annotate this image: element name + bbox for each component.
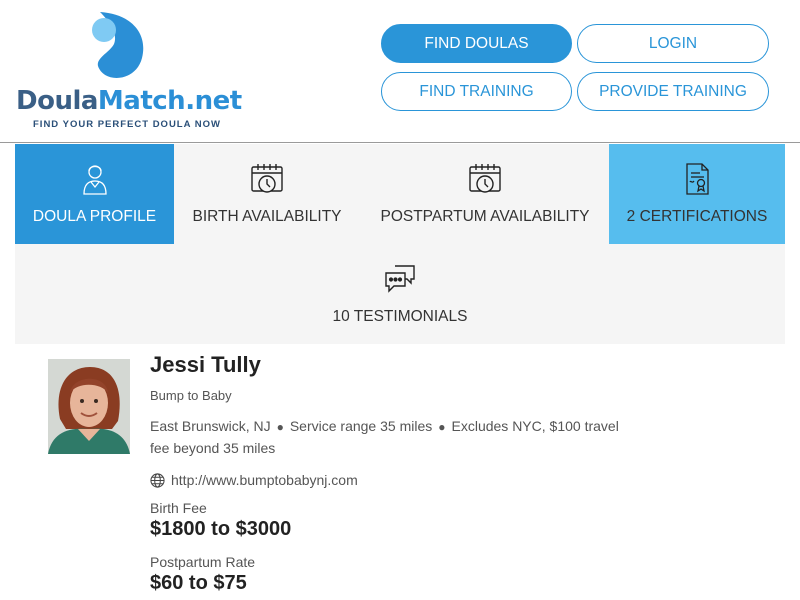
login-button[interactable]: LOGIN — [577, 24, 769, 63]
chat-bubbles-icon — [385, 265, 415, 293]
service-range: Service range 35 miles — [289, 418, 433, 434]
postpartum-rate-label: Postpartum Rate — [150, 554, 256, 570]
location: East Brunswick, NJ — [150, 418, 271, 434]
find-doulas-button[interactable]: FIND DOULAS — [381, 24, 572, 63]
tab-label: POSTPARTUM AVAILABILITY — [380, 208, 590, 225]
business-name: Bump to Baby — [150, 388, 232, 403]
tab-testimonials[interactable]: 10 TESTIMONIALS — [15, 244, 785, 344]
tab-label: DOULA PROFILE — [32, 208, 157, 225]
separator-dot: ● — [438, 420, 446, 434]
tab-doula-profile[interactable]: DOULA PROFILE — [15, 144, 174, 244]
doula-photo — [48, 359, 130, 454]
tab-birth-availability[interactable]: BIRTH AVAILABILITY — [174, 144, 360, 244]
certificate-icon — [686, 163, 709, 195]
calendar-clock-icon — [251, 164, 283, 193]
tab-label: 2 CERTIFICATIONS — [626, 208, 768, 225]
calendar-clock-icon — [469, 164, 501, 193]
tab-postpartum-availability[interactable]: POSTPARTUM AVAILABILITY — [360, 144, 610, 244]
site-header: DoulaMatch.net FIND YOUR PERFECT DOULA N… — [0, 0, 800, 143]
postpartum-rate-value: $60 to $75 — [150, 572, 247, 594]
logo-tagline: FIND YOUR PERFECT DOULA NOW — [33, 119, 221, 130]
doula-profile-icon — [82, 165, 107, 195]
provide-training-button[interactable]: PROVIDE TRAINING — [577, 72, 769, 111]
doula-name: Jessi Tully — [150, 352, 261, 377]
birth-fee-value: $1800 to $3000 — [150, 518, 292, 540]
globe-icon — [150, 472, 165, 488]
tab-label: BIRTH AVAILABILITY — [192, 208, 342, 225]
service-info: East Brunswick, NJ ● Service range 35 mile… — [150, 416, 620, 459]
website-url[interactable]: http://www.bumptobabynj.com — [171, 472, 358, 488]
separator-dot: ● — [276, 420, 284, 434]
logo-wordmark: DoulaMatch.net — [16, 86, 242, 116]
tab-certifications[interactable]: 2 CERTIFICATIONS — [609, 144, 785, 244]
logo-mark-icon — [92, 12, 144, 78]
site-logo[interactable]: DoulaMatch.net FIND YOUR PERFECT DOULA N… — [16, 12, 242, 132]
find-training-button[interactable]: FIND TRAINING — [381, 72, 572, 111]
birth-fee-label: Birth Fee — [150, 500, 207, 516]
tab-label: 10 TESTIMONIALS — [332, 308, 468, 325]
website-link[interactable]: http://www.bumptobabynj.com — [150, 472, 358, 488]
profile-tabs: DOULA PROFILE BIRTH AVAILABILITY POSTPAR… — [15, 144, 785, 344]
